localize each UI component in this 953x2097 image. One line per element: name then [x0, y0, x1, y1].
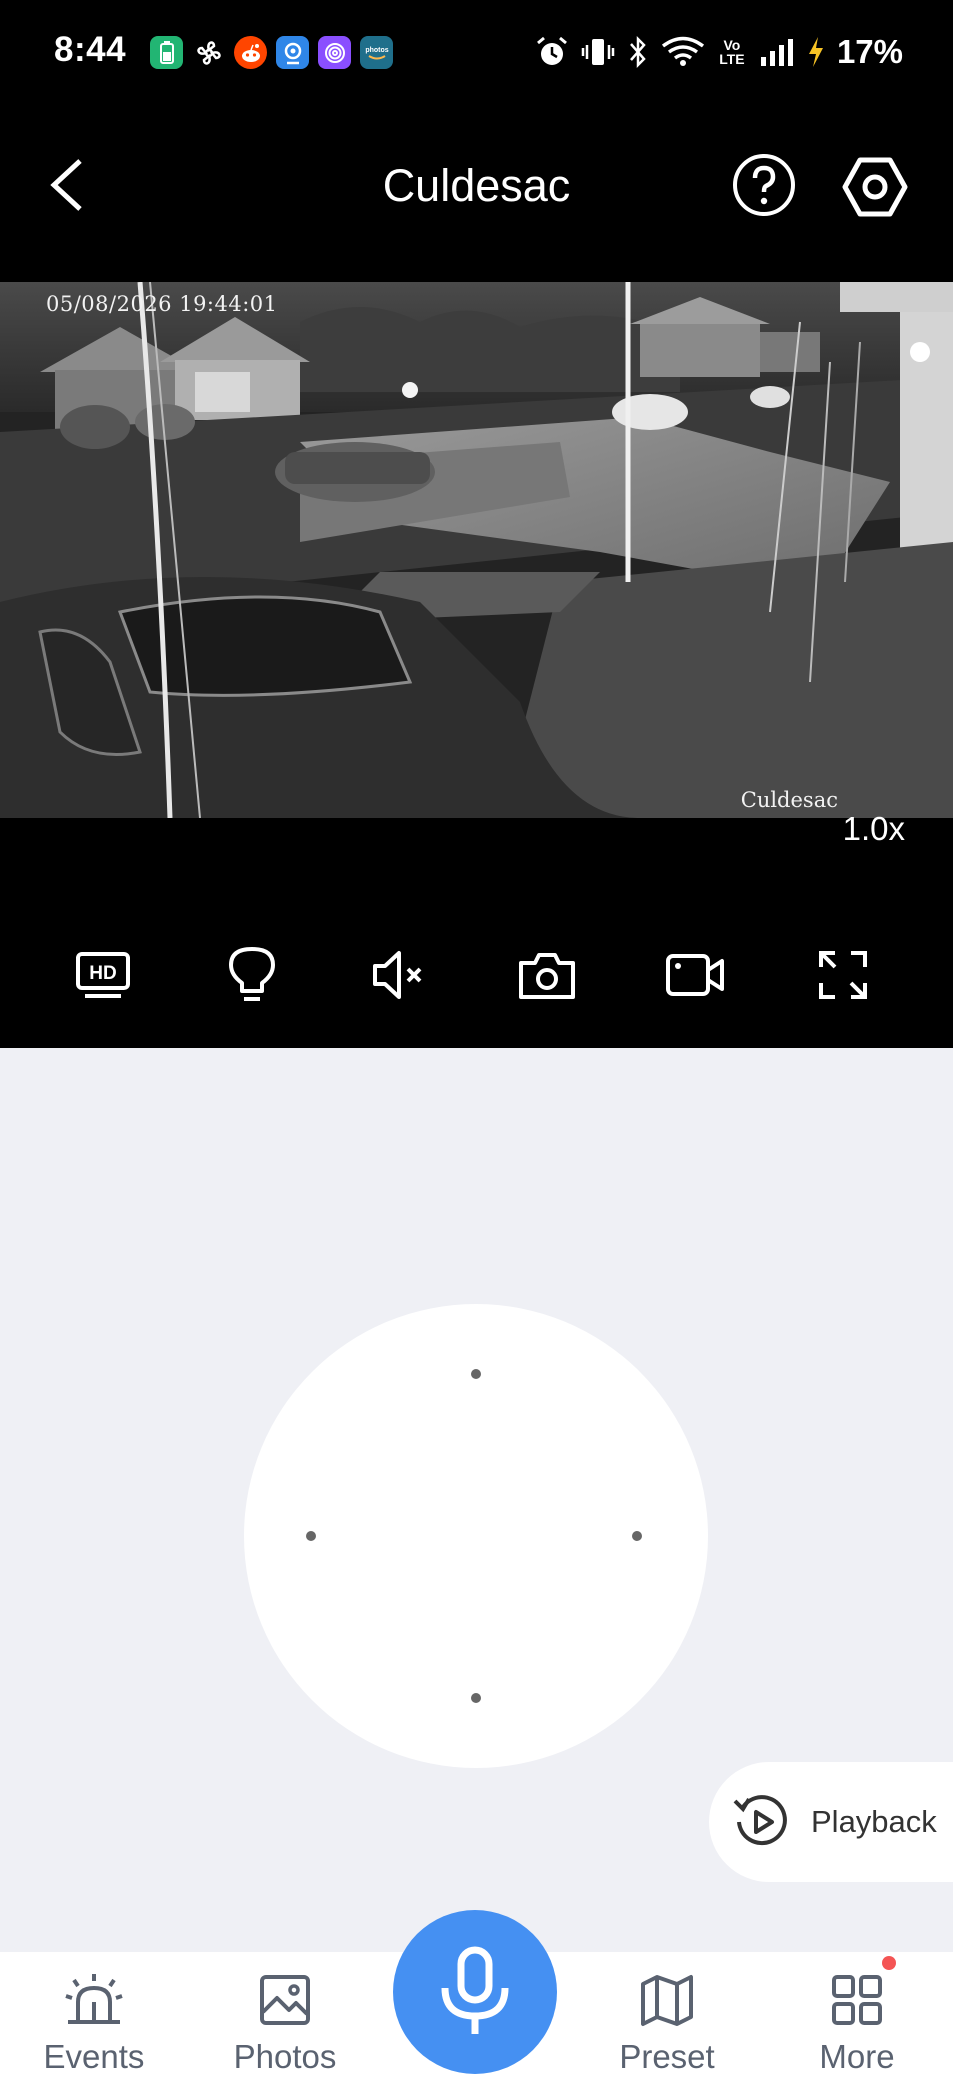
ptz-left-dot[interactable]	[306, 1531, 316, 1541]
video-record-icon	[666, 954, 724, 996]
video-camera-name-overlay: Culdesac	[740, 788, 838, 812]
wifi-icon	[661, 35, 705, 69]
battery-app-icon	[150, 36, 183, 69]
record-video-button[interactable]	[660, 940, 730, 1010]
talk-microphone-button[interactable]	[393, 1910, 557, 2074]
hexagon-gear-icon	[842, 157, 908, 217]
live-video-feed[interactable]: 05/08/2026 19:44:01 Culdesac	[0, 282, 953, 818]
ptz-right-dot[interactable]	[632, 1531, 642, 1541]
hd-toggle-icon: HD	[76, 952, 130, 998]
camera-snapshot-icon	[519, 953, 575, 999]
fullscreen-icon	[819, 951, 867, 999]
battery-percent: 17%	[836, 33, 903, 70]
snapshot-button[interactable]	[512, 940, 582, 1010]
light-toggle-button[interactable]	[217, 940, 287, 1010]
camera-scene-image	[0, 282, 953, 818]
zoom-level: 1.0x	[842, 810, 905, 847]
nav-photos-label: Photos	[233, 2038, 337, 2075]
nav-preset-label: Preset	[619, 2038, 715, 2075]
volte-icon: Vo LTE	[719, 37, 745, 67]
notification-icons: photos	[150, 36, 393, 69]
charging-icon	[807, 36, 825, 68]
system-icons: Vo LTE 17%	[535, 30, 903, 74]
webcam-app-icon	[276, 36, 309, 69]
header: Culdesac	[0, 130, 953, 240]
hd-label: HD	[89, 963, 116, 984]
fullscreen-button[interactable]	[808, 940, 878, 1010]
video-timestamp-overlay: 05/08/2026 19:44:01	[46, 292, 278, 316]
playback-label: Playback	[811, 1804, 937, 1839]
playback-history-icon	[733, 1795, 787, 1846]
back-button[interactable]	[44, 155, 94, 215]
photo-icon	[260, 1975, 310, 2025]
chevron-left-icon	[50, 159, 82, 211]
nav-photos[interactable]: Photos	[205, 1972, 365, 2092]
notification-dot	[882, 1956, 896, 1970]
microphone-icon	[441, 1946, 509, 2034]
amazon-photos-icon: photos	[360, 36, 393, 69]
video-control-toolbar: HD	[0, 940, 953, 1012]
fan-icon	[192, 36, 225, 69]
ptz-up-dot[interactable]	[471, 1369, 481, 1379]
vibrate-icon	[581, 35, 615, 69]
grid-icon	[832, 1975, 882, 2025]
mute-toggle-button[interactable]	[364, 940, 434, 1010]
nav-more[interactable]: More	[777, 1972, 937, 2092]
playback-button[interactable]: Playback	[709, 1762, 953, 1882]
light-bulb-icon	[229, 947, 275, 1001]
nav-events-label: Events	[43, 2038, 145, 2075]
nav-preset[interactable]: Preset	[587, 1972, 747, 2092]
fingerprint-app-icon	[318, 36, 351, 69]
map-icon	[641, 1975, 693, 2026]
ptz-direction-pad[interactable]	[244, 1304, 708, 1768]
nav-events[interactable]: Events	[14, 1972, 174, 2092]
signal-icon	[759, 37, 795, 67]
status-time: 8:44	[54, 30, 127, 69]
settings-button[interactable]	[840, 152, 910, 222]
reddit-icon	[234, 36, 267, 69]
ptz-down-dot[interactable]	[471, 1693, 481, 1703]
page-title: Culdesac	[382, 160, 571, 211]
status-bar: 8:44 photos Vo LTE 17%	[0, 0, 953, 110]
nav-more-label: More	[819, 2038, 895, 2075]
svg-text:photos: photos	[365, 47, 388, 54]
hd-toggle-button[interactable]: HD	[68, 940, 138, 1010]
bluetooth-icon	[627, 35, 649, 69]
speaker-muted-icon	[373, 951, 422, 999]
help-circle-icon	[733, 154, 795, 216]
help-button[interactable]	[731, 152, 797, 218]
alarm-siren-icon	[65, 1974, 123, 2024]
alarm-icon	[535, 35, 569, 69]
